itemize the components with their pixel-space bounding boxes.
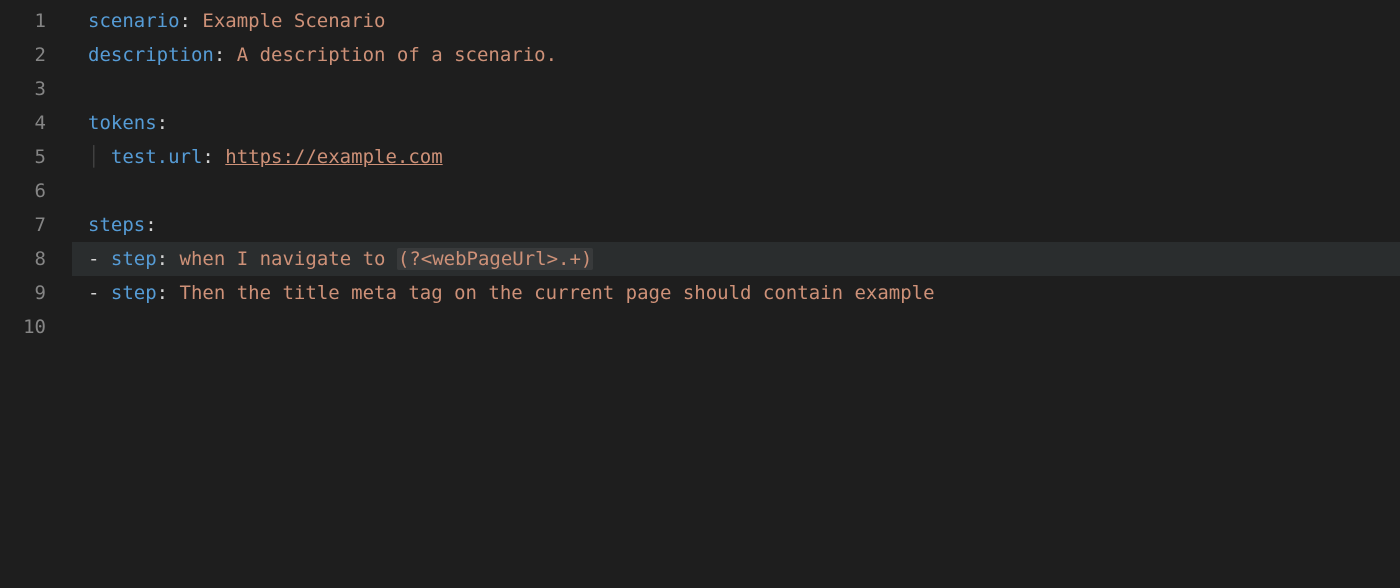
yaml-colon: :	[145, 214, 156, 236]
yaml-key: step	[111, 248, 157, 270]
code-line[interactable]: description: A description of a scenario…	[72, 38, 1400, 72]
yaml-key: steps	[88, 214, 145, 236]
line-number: 9	[0, 276, 72, 310]
yaml-colon: :	[202, 146, 225, 168]
line-number: 3	[0, 72, 72, 106]
yaml-value: A description of a scenario.	[237, 44, 557, 66]
line-number: 4	[0, 106, 72, 140]
yaml-value-url: https://example.com	[225, 146, 442, 168]
code-area[interactable]: scenario: Example Scenario description: …	[72, 4, 1400, 588]
yaml-key: test.url	[111, 146, 203, 168]
yaml-key: tokens	[88, 112, 157, 134]
line-number-gutter: 1 2 3 4 5 6 7 8 9 10	[0, 4, 72, 588]
code-line[interactable]	[72, 72, 1400, 106]
yaml-value: Then the title meta tag on the current p…	[180, 282, 935, 304]
line-number: 1	[0, 4, 72, 38]
code-line-current[interactable]: - step: when I navigate to (?<webPageUrl…	[72, 242, 1400, 276]
line-number: 5	[0, 140, 72, 174]
code-line[interactable]: steps:	[72, 208, 1400, 242]
yaml-value: Example Scenario	[202, 10, 385, 32]
yaml-colon: :	[180, 10, 203, 32]
yaml-colon: :	[157, 282, 180, 304]
indent-guide: │	[88, 146, 111, 168]
yaml-key: step	[111, 282, 157, 304]
yaml-dash: -	[88, 248, 111, 270]
code-editor[interactable]: 1 2 3 4 5 6 7 8 9 10 scenario: Example S…	[0, 0, 1400, 588]
code-line[interactable]	[72, 310, 1400, 344]
code-line[interactable]	[72, 174, 1400, 208]
code-line[interactable]: - step: Then the title meta tag on the c…	[72, 276, 1400, 310]
yaml-value-regex: (?<webPageUrl>.+)	[397, 248, 593, 270]
line-number: 6	[0, 174, 72, 208]
yaml-key: description	[88, 44, 214, 66]
yaml-colon: :	[214, 44, 237, 66]
line-number: 2	[0, 38, 72, 72]
code-line[interactable]: │ test.url: https://example.com	[72, 140, 1400, 174]
line-number: 10	[0, 310, 72, 344]
yaml-colon: :	[157, 248, 180, 270]
yaml-value: when I navigate to	[180, 248, 397, 270]
yaml-colon: :	[157, 112, 168, 134]
code-line[interactable]: tokens:	[72, 106, 1400, 140]
yaml-key: scenario	[88, 10, 180, 32]
yaml-dash: -	[88, 282, 111, 304]
code-line[interactable]: scenario: Example Scenario	[72, 4, 1400, 38]
line-number: 8	[0, 242, 72, 276]
line-number: 7	[0, 208, 72, 242]
